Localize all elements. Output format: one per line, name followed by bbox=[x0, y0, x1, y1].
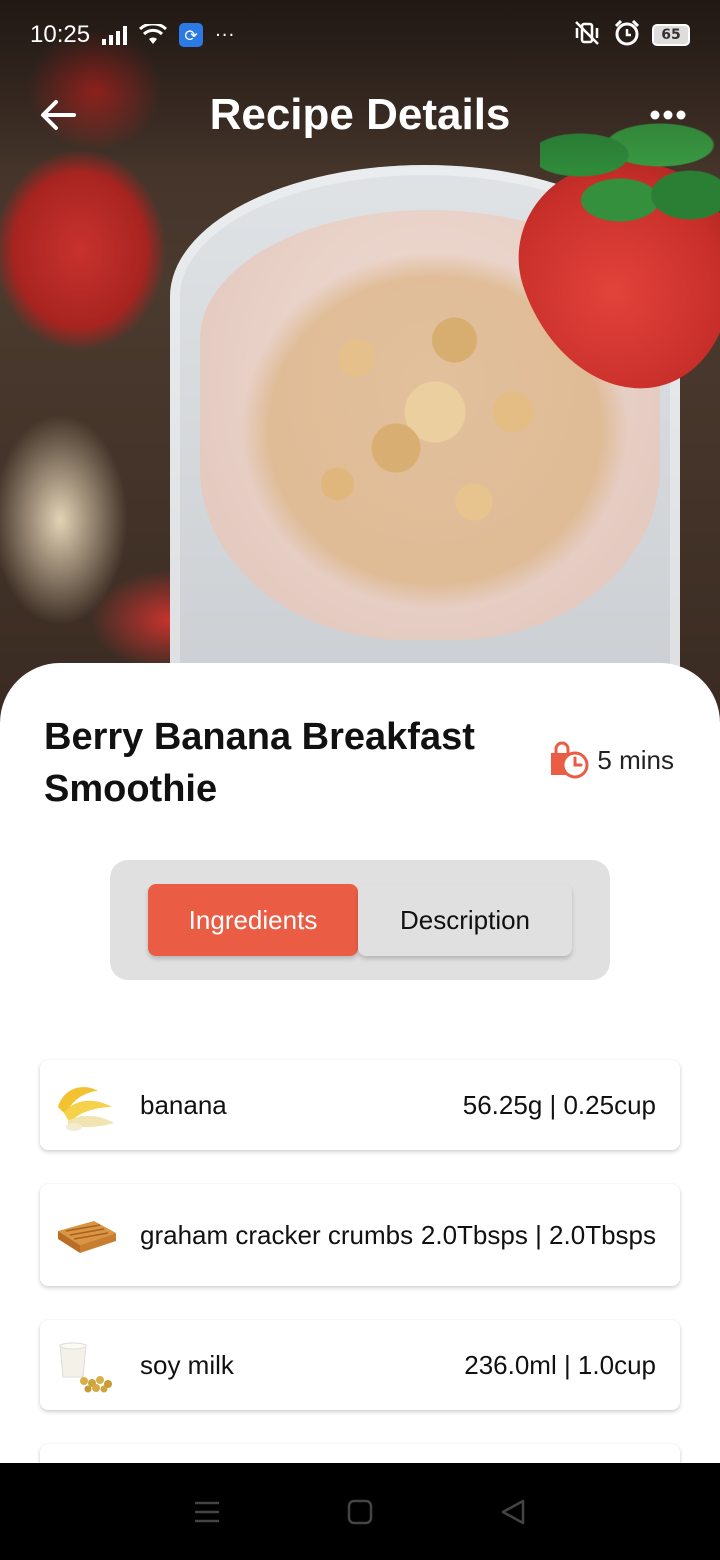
ingredient-name: soy milk bbox=[140, 1350, 234, 1380]
page-title: Recipe Details bbox=[209, 90, 511, 139]
tab-ingredients[interactable]: Ingredients bbox=[148, 884, 358, 956]
back-button[interactable] bbox=[36, 93, 80, 137]
status-right: 65 bbox=[572, 19, 690, 50]
square-home-icon bbox=[347, 1499, 373, 1524]
signal-icon bbox=[102, 25, 128, 45]
ingredient-item-partial[interactable] bbox=[40, 1444, 680, 1463]
graham-cracker-icon bbox=[54, 1207, 118, 1263]
status-left: 10:25 ⟳ ··· bbox=[30, 21, 235, 49]
more-horizontal-icon bbox=[650, 110, 686, 120]
ingredient-name: banana bbox=[140, 1090, 227, 1120]
recipe-title: Berry Banana Breakfast Smoothie bbox=[44, 716, 475, 810]
tab-description[interactable]: Description bbox=[358, 884, 572, 956]
triangle-back-icon bbox=[502, 1499, 525, 1524]
wifi-icon bbox=[139, 22, 168, 46]
prep-time-text: 5 mins bbox=[597, 744, 674, 775]
app-header: Recipe Details bbox=[0, 75, 720, 155]
arrow-left-icon bbox=[41, 100, 76, 130]
more-notifications-icon: ··· bbox=[215, 24, 236, 46]
ingredient-amount: 236.0ml | 1.0cup bbox=[464, 1349, 656, 1380]
ingredient-amount: 56.25g | 0.25cup bbox=[462, 1089, 656, 1120]
ingredient-name: graham cracker crumbs bbox=[140, 1220, 414, 1250]
sync-app-icon: ⟳ bbox=[179, 23, 204, 47]
system-nav-bar bbox=[0, 1463, 720, 1560]
ingredient-item-graham-cracker-crumbs[interactable]: graham cracker crumbs 2.0Tbsps | 2.0Tbsp… bbox=[40, 1184, 680, 1286]
status-bar: 10:25 ⟳ ··· 65 bbox=[0, 0, 720, 70]
prep-time-badge: 5 mins bbox=[547, 739, 674, 781]
battery-icon: 65 bbox=[652, 24, 690, 46]
back-nav-button[interactable] bbox=[493, 1492, 533, 1532]
menu-lines-icon bbox=[194, 1501, 219, 1522]
recipe-header: Berry Banana Breakfast Smoothie 5 mins bbox=[44, 711, 684, 815]
ingredient-item-banana[interactable]: banana 56.25g | 0.25cup bbox=[40, 1060, 680, 1150]
soy-milk-icon bbox=[54, 1337, 118, 1393]
recipe-content-sheet: Berry Banana Breakfast Smoothie 5 mins I… bbox=[0, 663, 720, 1463]
vibrate-mute-icon bbox=[572, 20, 602, 50]
timer-icon bbox=[551, 741, 589, 779]
banana-icon bbox=[54, 1077, 118, 1133]
alarm-icon bbox=[614, 19, 640, 50]
more-options-button[interactable] bbox=[646, 93, 690, 137]
ingredient-item-soy-milk[interactable]: soy milk 236.0ml | 1.0cup bbox=[40, 1320, 680, 1410]
home-button[interactable] bbox=[340, 1492, 380, 1532]
tabs-container: Ingredients Description bbox=[110, 860, 610, 980]
ingredient-amount: 2.0Tbsps | 2.0Tbsps bbox=[420, 1219, 656, 1250]
status-time: 10:25 bbox=[30, 21, 91, 48]
recents-button[interactable] bbox=[187, 1492, 227, 1532]
